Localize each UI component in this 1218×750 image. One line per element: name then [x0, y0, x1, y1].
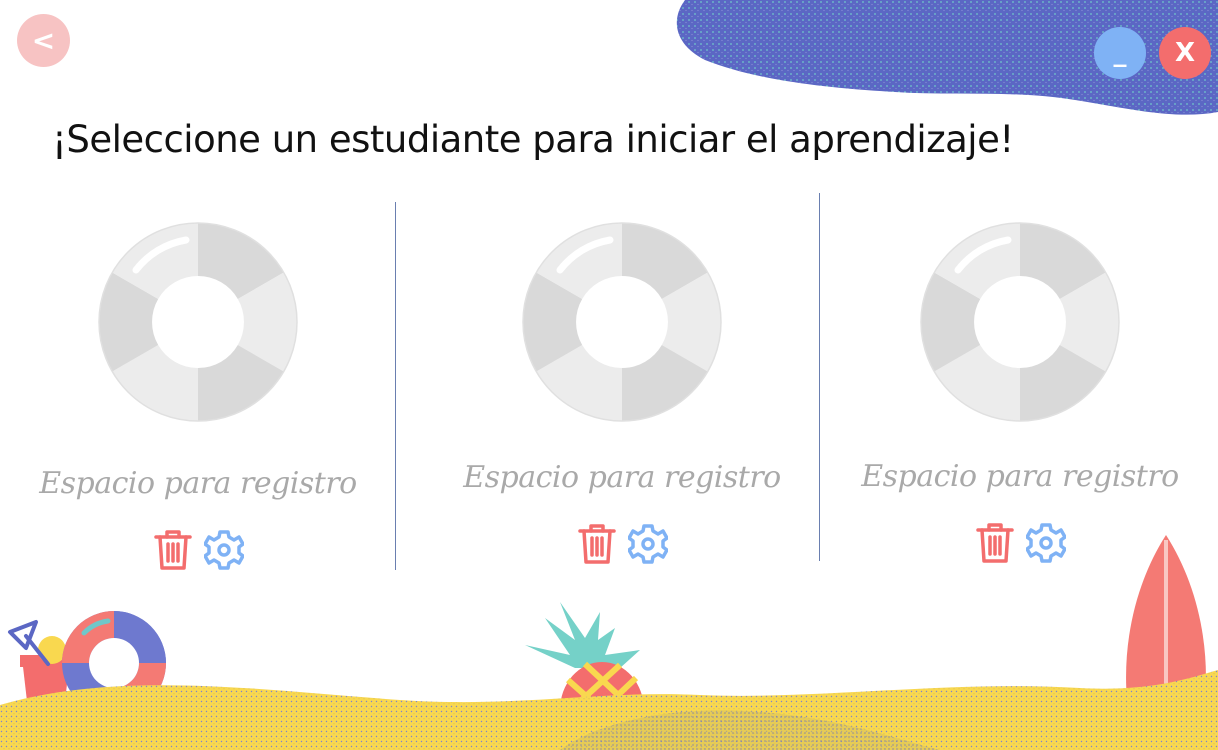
- student-slot[interactable]: Espacio para registro: [860, 200, 1180, 580]
- student-slot[interactable]: Espacio para registro: [38, 200, 358, 580]
- lifebuoy-avatar-icon: [522, 222, 722, 422]
- gear-icon[interactable]: [628, 522, 668, 566]
- page-title: ¡Seleccione un estudiante para iniciar e…: [52, 118, 1014, 161]
- gear-icon[interactable]: [204, 528, 244, 572]
- student-name-label: Espacio para registro: [39, 466, 357, 501]
- trash-icon[interactable]: [577, 522, 617, 566]
- sand-bucket-icon: [20, 636, 72, 710]
- student-name-label: Espacio para registro: [861, 459, 1179, 494]
- student-name-label: Espacio para registro: [463, 460, 781, 495]
- swim-ring-icon: [62, 611, 166, 715]
- column-divider: [819, 193, 820, 561]
- lifebuoy-avatar-icon: [98, 222, 298, 422]
- trash-icon[interactable]: [975, 521, 1015, 565]
- column-divider: [395, 202, 396, 570]
- lifebuoy-avatar-icon: [920, 222, 1120, 422]
- gear-icon[interactable]: [1026, 521, 1066, 565]
- pineapple-icon: [525, 602, 648, 750]
- minimize-button[interactable]: _: [1094, 27, 1146, 79]
- close-button[interactable]: X: [1159, 27, 1211, 79]
- trash-icon[interactable]: [153, 528, 193, 572]
- shovel-icon: [8, 620, 50, 666]
- back-button[interactable]: <: [17, 14, 70, 67]
- student-slot[interactable]: Espacio para registro: [462, 200, 782, 580]
